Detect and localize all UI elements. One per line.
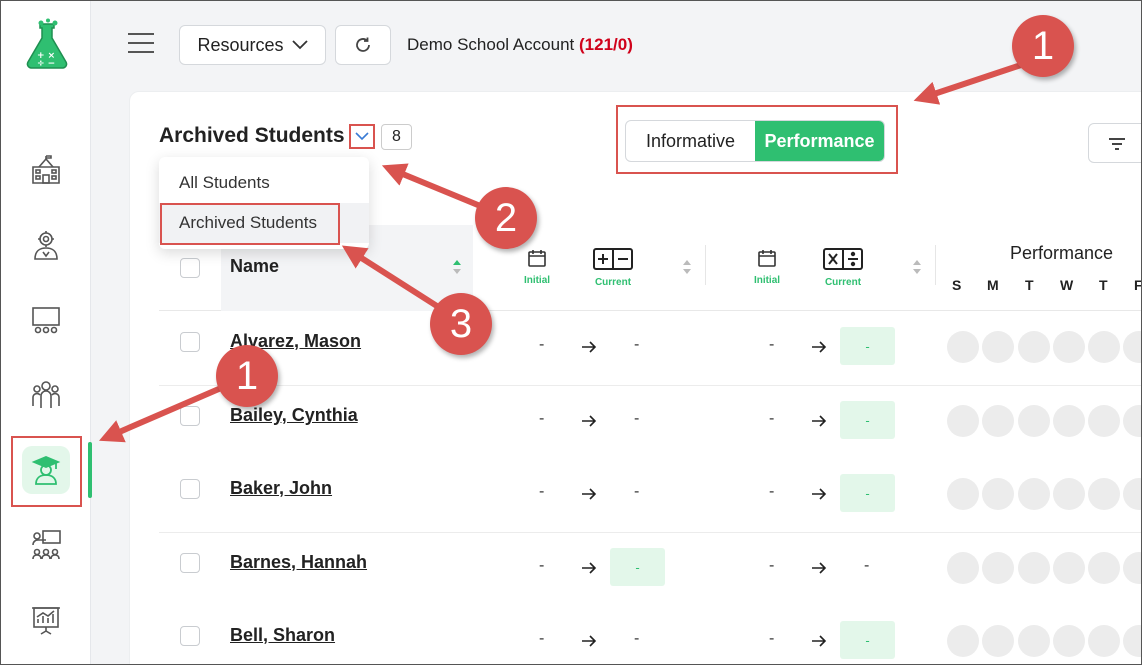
annotation-number: 2 (475, 187, 537, 249)
annotation-number: 3 (430, 293, 492, 355)
annotation-number: 1 (216, 345, 278, 407)
annotation-number: 1 (1012, 15, 1074, 77)
annotation-arrows (98, 59, 1031, 443)
